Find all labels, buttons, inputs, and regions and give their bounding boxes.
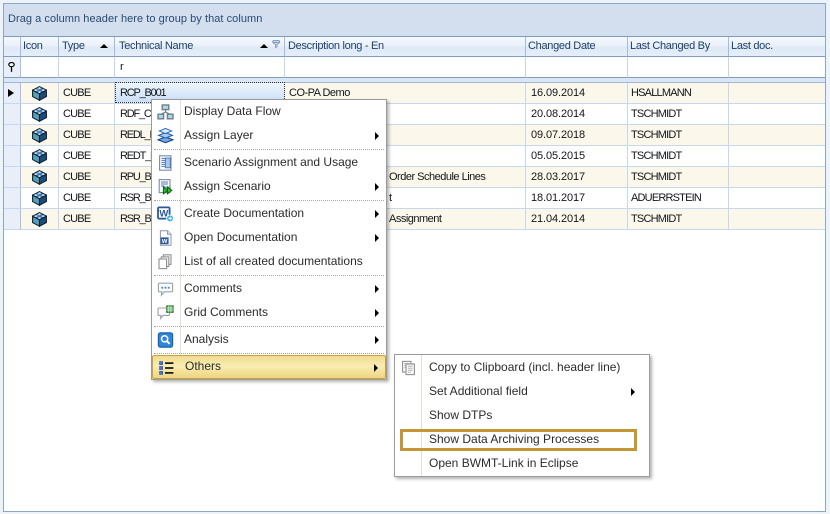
svg-text:w: w xyxy=(161,238,168,245)
